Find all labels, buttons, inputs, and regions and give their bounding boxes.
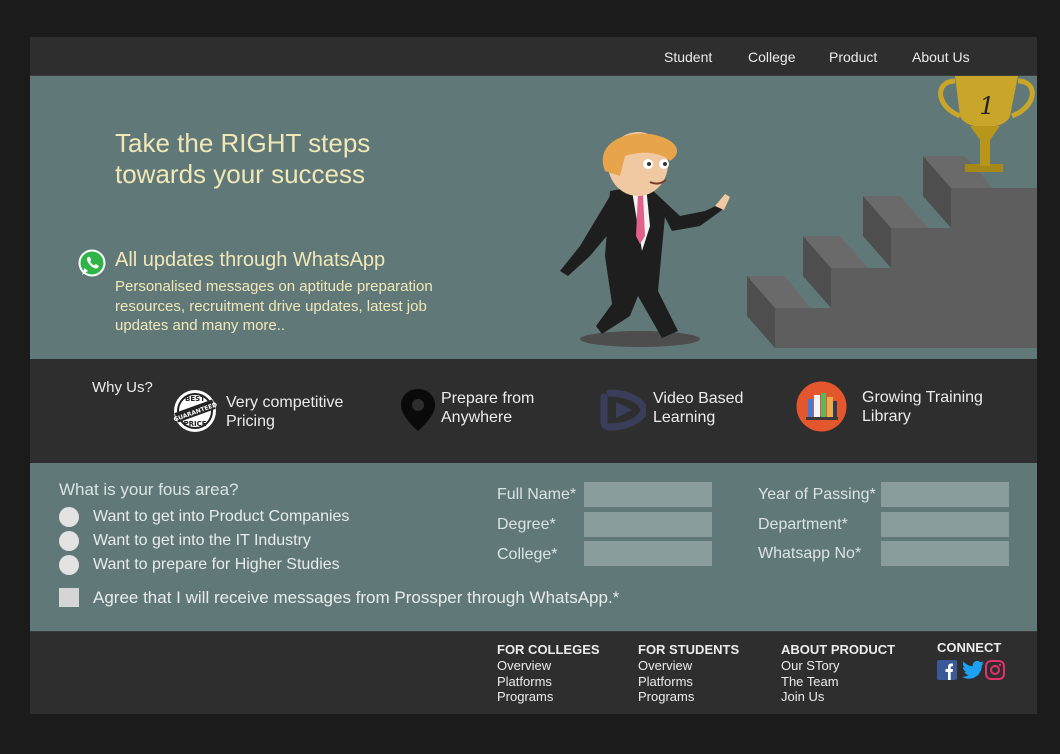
footer-heading: FOR STUDENTS [638, 642, 740, 657]
year-of-passing-label: Year of Passing* [758, 486, 876, 503]
footer-heading: ABOUT PRODUCT [781, 642, 896, 657]
footer-link-platforms[interactable]: Platforms [638, 674, 739, 690]
whatsapp-description: Personalised messages on aptitude prepar… [115, 278, 433, 334]
department-input[interactable] [881, 512, 1009, 537]
businessman-illustration [560, 132, 730, 347]
footer-link-our-story[interactable]: Our STory [781, 658, 895, 674]
map-pin-icon [401, 389, 435, 431]
footer-col-connect: CONNECT [937, 640, 1001, 656]
focus-area-question: What is your fous area? [59, 480, 239, 499]
why-us-label: Why Us? [92, 379, 153, 396]
radio-button[interactable] [59, 507, 79, 527]
footer-link-overview[interactable]: Overview [638, 658, 739, 674]
footer-link-platforms[interactable]: Platforms [497, 674, 600, 690]
agree-checkbox[interactable] [59, 588, 79, 607]
top-nav: Student College Product About Us [30, 37, 1037, 76]
nav-product[interactable]: Product [829, 49, 877, 65]
trophy-number: 1 [979, 92, 994, 120]
footer-link-join-us[interactable]: Join Us [781, 689, 895, 705]
radio-button[interactable] [59, 531, 79, 551]
full-name-label: Full Name* [497, 486, 577, 503]
hero-illustration: 1 [560, 76, 1037, 348]
whatsapp-icon [78, 249, 106, 277]
footer-col-colleges: FOR COLLEGES Overview Platforms Programs [497, 642, 600, 705]
option-label: Want to get into the IT Industry [93, 532, 311, 549]
year-of-passing-input[interactable] [881, 482, 1009, 507]
option-label: Want to get into Product Companies [93, 508, 350, 525]
footer-link-the-team[interactable]: The Team [781, 674, 895, 690]
whatsapp-no-label: Whatsapp No* [758, 545, 862, 562]
feature-anywhere: Prepare from Anywhere [441, 390, 535, 426]
college-label: College* [497, 546, 558, 563]
whatsapp-no-input[interactable] [881, 541, 1009, 566]
best-price-badge-icon: BEST GUARANTEED PRICE [173, 390, 217, 432]
college-input[interactable] [584, 541, 712, 566]
feature-library: Growing Training Library [862, 389, 983, 425]
svg-text:BEST: BEST [185, 395, 205, 403]
department-label: Department* [758, 516, 848, 533]
footer-heading: FOR COLLEGES [497, 642, 600, 657]
facebook-icon[interactable] [937, 660, 957, 680]
nav-student[interactable]: Student [664, 49, 712, 65]
feature-pricing: Very competitive Pricing [226, 394, 344, 430]
staircase-illustration [747, 156, 1037, 348]
video-play-icon [600, 389, 646, 431]
hero-title: Take the RIGHT steps towards your succes… [115, 128, 371, 189]
degree-label: Degree* [497, 516, 556, 533]
feature-video: Video Based Learning [653, 390, 744, 426]
option-label: Want to prepare for Higher Studies [93, 556, 340, 573]
footer-heading: CONNECT [937, 640, 1002, 655]
signup-form: What is your fous area? Want to get into… [30, 463, 1037, 631]
nav-about-us[interactable]: About Us [912, 49, 970, 65]
footer-link-programs[interactable]: Programs [638, 689, 739, 705]
footer-col-students: FOR STUDENTS Overview Platforms Programs [638, 642, 739, 705]
footer-col-product: ABOUT PRODUCT Our STory The Team Join Us [781, 642, 895, 705]
hero-banner: Take the RIGHT steps towards your succes… [30, 76, 1037, 359]
library-books-icon [796, 381, 847, 432]
footer: FOR COLLEGES Overview Platforms Programs… [30, 631, 1037, 714]
instagram-icon[interactable] [985, 660, 1005, 680]
full-name-input[interactable] [584, 482, 712, 507]
degree-input[interactable] [584, 512, 712, 537]
agree-label: Agree that I will receive messages from … [93, 588, 620, 607]
why-us-section: Why Us? BEST GUARANTEED PRICE Very compe… [30, 359, 1037, 463]
footer-link-programs[interactable]: Programs [497, 689, 600, 705]
nav-college[interactable]: College [748, 49, 795, 65]
footer-link-overview[interactable]: Overview [497, 658, 600, 674]
twitter-icon[interactable] [962, 660, 984, 680]
whatsapp-title: All updates through WhatsApp [115, 249, 386, 271]
radio-button[interactable] [59, 555, 79, 575]
svg-text:PRICE: PRICE [183, 420, 206, 428]
